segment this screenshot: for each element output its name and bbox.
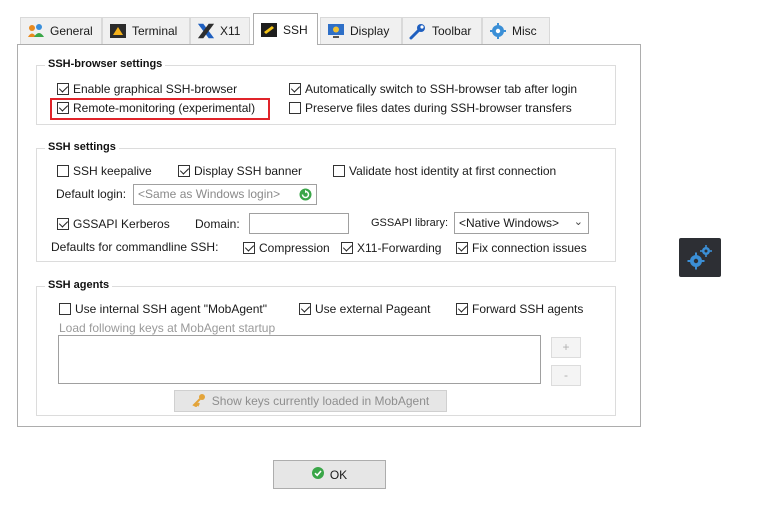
checkbox-label: Preserve files dates during SSH-browser … [305,101,572,115]
checkbox-label: SSH keepalive [73,164,152,178]
checkbox-label: Use external Pageant [315,302,431,316]
gssapi-kerberos-checkbox[interactable]: GSSAPI Kerberos [57,217,170,231]
gear-icon [489,22,507,40]
load-keys-label: Load following keys at MobAgent startup [59,321,276,335]
checkbox-label: Validate host identity at first connecti… [349,164,557,178]
settings-gears-badge[interactable] [679,238,721,277]
checkbox-label: X11-Forwarding [357,241,442,255]
default-login-label: Default login: [56,187,127,201]
group-title: SSH agents [45,279,113,291]
preserve-dates-checkbox[interactable]: Preserve files dates during SSH-browser … [289,101,572,115]
highlight-box [50,98,270,120]
checkbox-label: Automatically switch to SSH-browser tab … [305,82,578,96]
x11-icon [197,22,215,40]
checkbox-box[interactable] [59,303,71,315]
gears-icon [685,243,715,276]
default-login-input[interactable]: <Same as Windows login> [133,184,317,205]
checkbox-label: Enable graphical SSH-browser [73,82,238,96]
gssapi-library-label: GSSAPI library: [371,217,449,229]
domain-input[interactable] [249,213,349,234]
tab-ssh[interactable]: SSH [253,13,318,45]
validate-host-identity-checkbox[interactable]: Validate host identity at first connecti… [333,164,556,178]
tab-display[interactable]: Display [320,17,402,44]
tab-x11[interactable]: X11 [190,17,250,44]
checkbox-box[interactable] [57,218,69,230]
internal-ssh-agent-checkbox[interactable]: Use internal SSH agent "MobAgent" [59,302,267,316]
checkbox-label: Compression [259,241,330,255]
group-title: SSH-browser settings [45,58,166,70]
add-key-button[interactable]: + [551,337,581,358]
ok-button[interactable]: OK [273,460,386,489]
checkbox-label: GSSAPI Kerberos [73,217,170,231]
tab-terminal[interactable]: Terminal [102,17,190,44]
refresh-icon[interactable] [299,188,312,204]
checkbox-box[interactable] [289,83,301,95]
keys-list[interactable] [58,335,541,384]
monitor-icon [327,22,345,40]
display-ssh-banner-checkbox[interactable]: Display SSH banner [178,164,302,178]
checkbox-label: Display SSH banner [194,164,303,178]
checkbox-box[interactable] [456,303,468,315]
checkbox-label: Fix connection issues [472,241,587,255]
checkbox-box[interactable] [57,165,69,177]
checkbox-box[interactable] [243,242,255,254]
tab-label: Display [350,24,390,38]
ssh-settings-panel: SSH-browser settings Enable graphical SS… [17,44,641,427]
checkbox-box[interactable] [178,165,190,177]
tab-toolbar[interactable]: Toolbar [402,17,482,44]
tab-label: Terminal [132,24,178,38]
show-keys-button[interactable]: Show keys currently loaded in MobAgent [174,390,447,412]
ssh-keepalive-checkbox[interactable]: SSH keepalive [57,164,152,178]
tab-misc[interactable]: Misc [482,17,550,44]
ssh-agents-group: SSH agents Use internal SSH agent "MobAg… [36,279,616,416]
ssh-settings-group: SSH settings SSH keepalive Display SSH b… [36,141,616,262]
checkbox-box[interactable] [299,303,311,315]
domain-label: Domain: [195,217,240,231]
tab-label: SSH [283,22,308,37]
gssapi-library-select[interactable]: <Native Windows> ⌄ [454,212,589,234]
checkbox-box[interactable] [456,242,468,254]
enable-graphical-ssh-browser-checkbox[interactable]: Enable graphical SSH-browser [57,82,237,96]
fix-connection-issues-checkbox[interactable]: Fix connection issues [456,241,587,255]
forward-ssh-agents-checkbox[interactable]: Forward SSH agents [456,302,583,316]
remove-key-button[interactable]: - [551,365,581,386]
group-title: SSH settings [45,141,119,153]
checkbox-label: Use internal SSH agent "MobAgent" [75,302,267,316]
compression-checkbox[interactable]: Compression [243,241,330,255]
checkbox-label: Forward SSH agents [472,302,584,316]
auto-switch-checkbox[interactable]: Automatically switch to SSH-browser tab … [289,82,577,96]
external-pageant-checkbox[interactable]: Use external Pageant [299,302,430,316]
x11-forwarding-checkbox[interactable]: X11-Forwarding [341,241,441,255]
wrench-icon [409,22,427,40]
ok-label: OK [329,467,348,482]
show-keys-label: Show keys currently loaded in MobAgent [211,394,430,408]
chevron-down-icon: ⌄ [573,216,583,228]
checkbox-box[interactable] [333,165,345,177]
tab-label: Misc [512,24,537,38]
ssh-browser-group: SSH-browser settings Enable graphical SS… [36,58,616,125]
defaults-commandline-label: Defaults for commandline SSH: [51,240,219,254]
tab-label: Toolbar [432,24,472,38]
checkbox-box[interactable] [341,242,353,254]
ssh-icon [260,21,278,39]
checkbox-box[interactable] [289,102,301,114]
checkmark-icon [311,467,324,482]
checkbox-box[interactable] [57,83,69,95]
tab-label: General [50,24,93,38]
people-icon [27,22,45,40]
key-icon [192,393,206,410]
default-login-placeholder: <Same as Windows login> [138,187,281,201]
tab-general[interactable]: General [20,17,102,44]
gssapi-library-value: <Native Windows> [459,216,560,230]
terminal-icon [109,22,127,40]
tab-label: X11 [220,24,241,38]
